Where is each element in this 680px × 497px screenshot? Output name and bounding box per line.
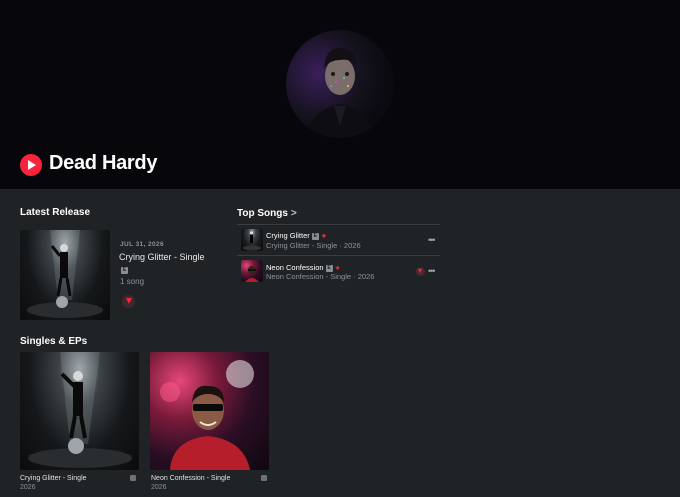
- song-title[interactable]: Neon Confession: [266, 263, 324, 272]
- song-title-row[interactable]: Crying Glitter E ★: [266, 231, 327, 240]
- explicit-icon: E: [121, 267, 128, 274]
- song-title[interactable]: Crying Glitter: [266, 231, 310, 240]
- latest-release-artwork[interactable]: [20, 230, 110, 320]
- release-date: JUL 31, 2026: [120, 241, 165, 248]
- release-song-count: 1 song: [120, 277, 145, 286]
- single-artwork[interactable]: [20, 352, 139, 470]
- download-icon[interactable]: [416, 267, 425, 276]
- play-button[interactable]: [20, 154, 42, 176]
- artist-name: Dead Hardy: [49, 152, 158, 174]
- single-year: 2026: [20, 484, 36, 491]
- chevron-right-icon: >: [290, 208, 297, 219]
- artist-avatar: [286, 30, 394, 138]
- single-title[interactable]: Neon Confession - Single: [151, 475, 230, 482]
- more-icon[interactable]: •••: [428, 235, 436, 245]
- favorite-star-icon: ★: [320, 233, 328, 240]
- release-title-block[interactable]: Crying Glitter - Single E: [119, 251, 209, 275]
- single-year: 2026: [151, 484, 167, 491]
- song-artwork[interactable]: [241, 229, 263, 251]
- divider: [237, 224, 440, 225]
- single-title[interactable]: Crying Glitter - Single: [20, 475, 87, 482]
- divider: [237, 255, 440, 256]
- explicit-icon: [261, 475, 267, 481]
- song-artwork[interactable]: [241, 260, 263, 282]
- song-subtitle: Crying Glitter - Single · 2026: [266, 241, 361, 250]
- download-icon[interactable]: [122, 295, 135, 308]
- explicit-icon: E: [325, 265, 333, 272]
- single-artwork[interactable]: [150, 352, 269, 470]
- more-icon[interactable]: •••: [428, 266, 436, 276]
- top-songs-link[interactable]: Top Songs >: [237, 208, 297, 219]
- song-subtitle: Neon Confession - Single · 2026: [266, 272, 375, 281]
- explicit-icon: E: [311, 233, 319, 240]
- explicit-icon: [130, 475, 136, 481]
- latest-release-heading: Latest Release: [20, 207, 91, 218]
- favorite-star-icon: ★: [334, 265, 341, 272]
- artist-hero: Dead Hardy: [0, 0, 680, 189]
- release-title[interactable]: Crying Glitter - Single: [119, 252, 205, 262]
- singles-heading: Singles & EPs: [20, 336, 88, 347]
- song-title-row[interactable]: Neon Confession E ★: [266, 263, 341, 272]
- top-songs-heading[interactable]: Top Songs: [237, 208, 288, 219]
